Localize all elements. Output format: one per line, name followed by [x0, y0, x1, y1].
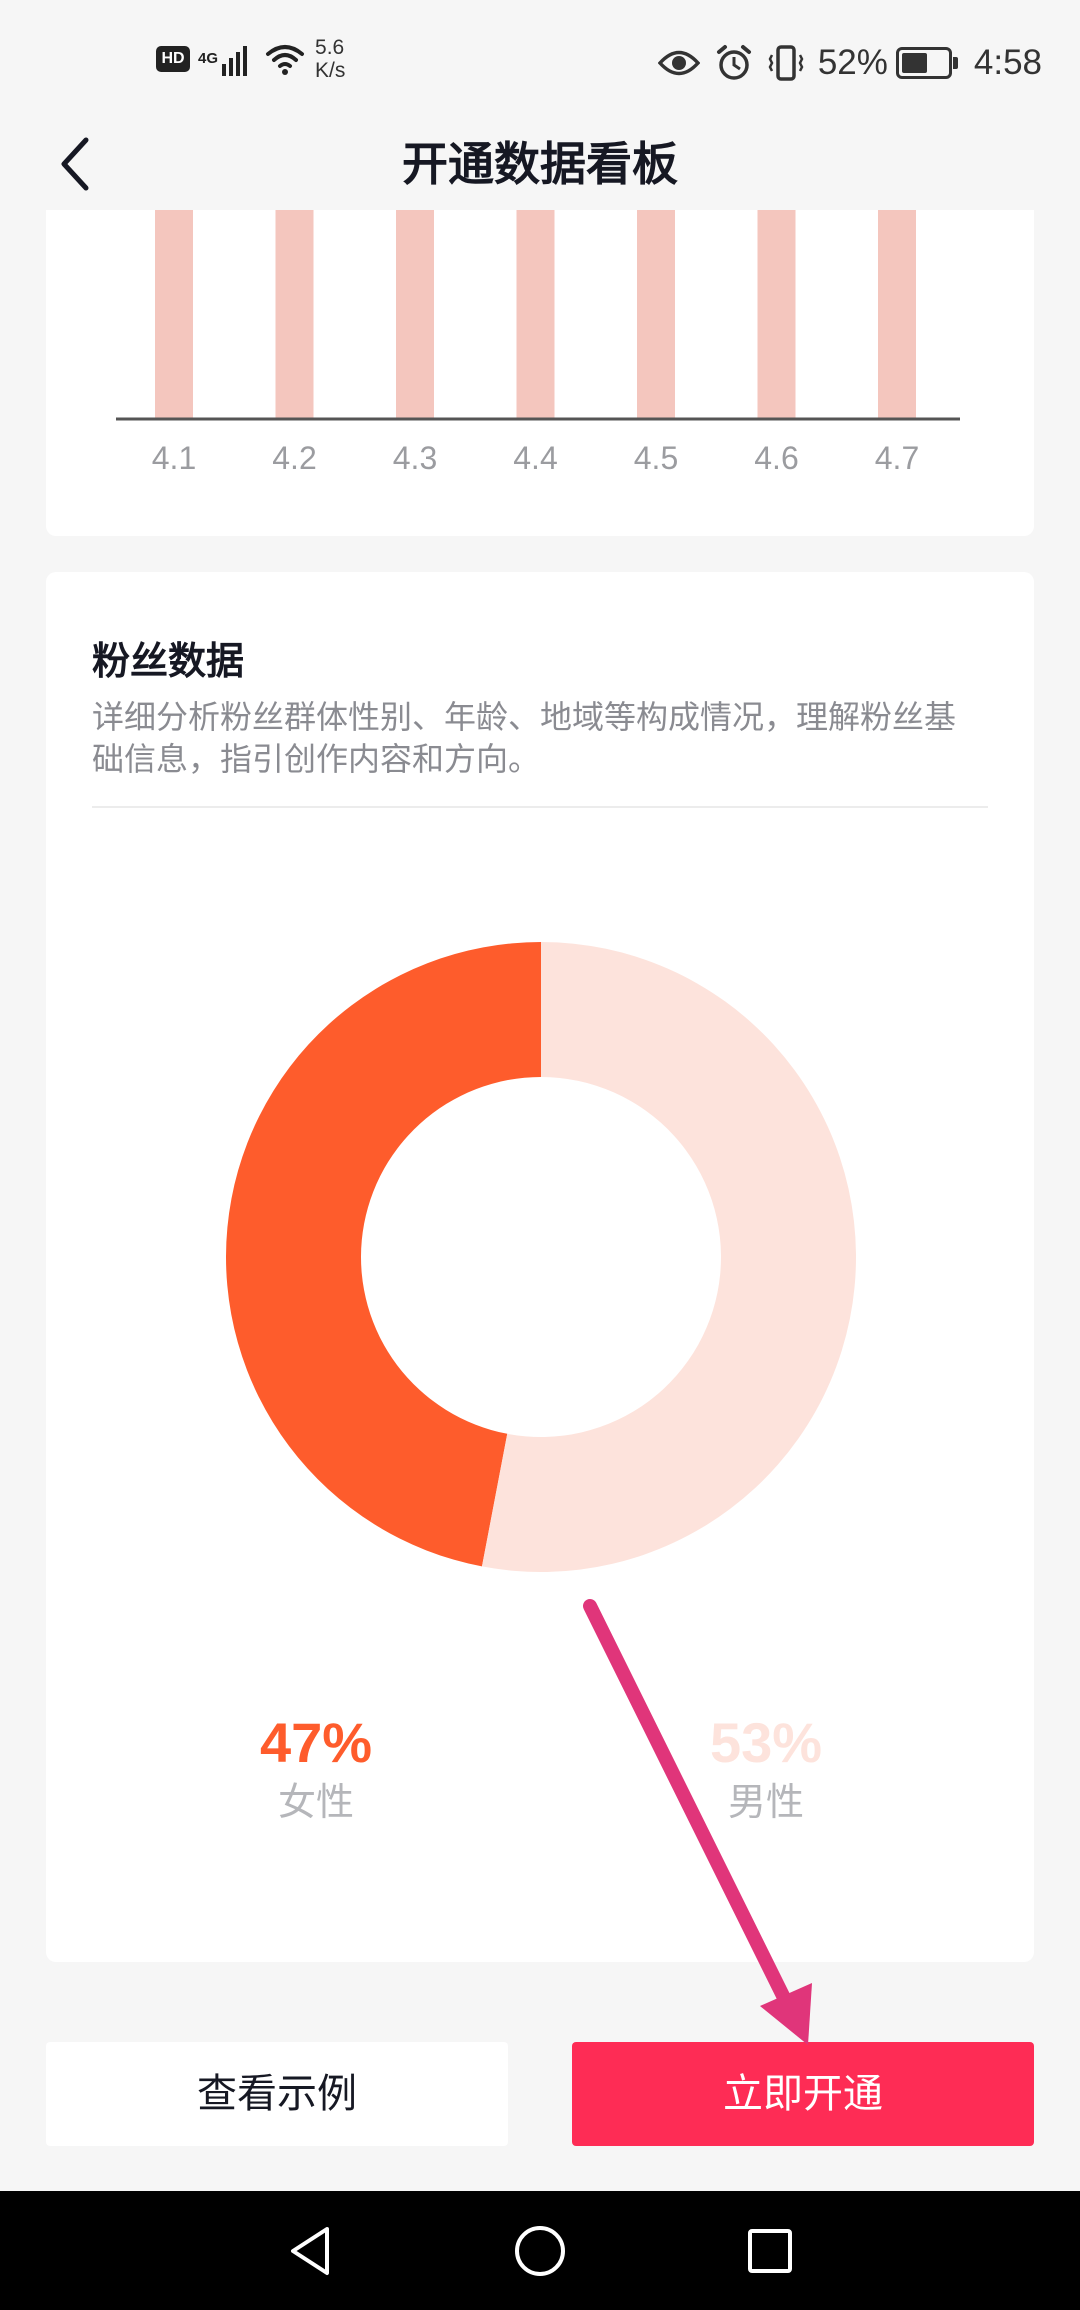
fans-data-card: 粉丝数据 详细分析粉丝群体性别、年龄、地域等构成情况，理解粉丝基础信息，指引创作…: [46, 572, 1034, 1962]
home-circle-icon: [514, 2225, 565, 2276]
bar-4.7: [878, 210, 916, 419]
x-tick-label: 4.2: [272, 440, 316, 476]
bar-4.5: [637, 210, 675, 419]
page-title: 开通数据看板: [402, 137, 678, 191]
wifi-icon: [266, 45, 305, 75]
bar-4.1: [155, 210, 193, 419]
activate-now-button[interactable]: 立即开通: [572, 2042, 1034, 2146]
donut-slice-female: [226, 942, 541, 1567]
legend-male-label: 男性: [727, 1780, 804, 1824]
battery-icon: [895, 47, 958, 79]
gender-donut-chart: [226, 942, 856, 1572]
vibrate-icon: [768, 45, 804, 81]
system-recents-button[interactable]: [710, 2191, 829, 2310]
status-left: HD 4G 5.6 K/s: [156, 36, 345, 82]
x-tick-label: 4.4: [513, 440, 557, 476]
battery-percent: 52%: [817, 43, 888, 82]
network-type: 4G: [198, 50, 219, 67]
bar-chart-card: 4.1 4.2 4.3 4.4 4.5 4.6 4.7: [46, 210, 1034, 536]
net-speed-unit: K/s: [315, 59, 346, 82]
bar-chart: 4.1 4.2 4.3 4.4 4.5 4.6 4.7: [116, 210, 960, 476]
system-back-button[interactable]: [250, 2191, 369, 2310]
x-tick-label: 4.7: [875, 440, 919, 476]
annotation-arrow-head: [760, 1983, 812, 2045]
x-tick-label: 4.1: [152, 440, 196, 476]
bar-4.2: [275, 210, 314, 419]
hd-badge: HD: [156, 46, 190, 72]
net-speed-value: 5.6: [315, 36, 345, 59]
legend-male: 53% 男性: [646, 1712, 886, 1828]
legend-female-percent: 47%: [259, 1711, 373, 1774]
divider: [92, 806, 988, 808]
status-bar: HD 4G 5.6 K/s 52% 4:58: [0, 0, 1080, 118]
back-triangle-icon: [290, 2226, 329, 2275]
x-tick-label: 4.3: [393, 440, 437, 476]
legend-male-percent: 53%: [709, 1711, 823, 1774]
recents-square-icon: [747, 2228, 792, 2273]
net-speed: 5.6 K/s: [315, 36, 345, 82]
clock: 4:58: [973, 43, 1042, 82]
nav-bar: 开通数据看板: [0, 118, 1080, 210]
section-title: 粉丝数据: [92, 639, 245, 683]
app-screen: HD 4G 5.6 K/s 52% 4:58 开通数据看板 4.1 4.2 4.…: [0, 0, 1080, 2310]
legend-female: 47% 女性: [196, 1712, 436, 1828]
section-description: 详细分析粉丝群体性别、年龄、地域等构成情况，理解粉丝基础信息，指引创作内容和方向…: [92, 698, 957, 778]
bar-4.3: [396, 210, 434, 419]
status-right: 52% 4:58: [657, 38, 1042, 88]
x-tick-label: 4.6: [754, 440, 798, 476]
bar-4.6: [757, 210, 796, 419]
view-example-button[interactable]: 查看示例: [46, 2042, 508, 2146]
x-tick-label: 4.5: [634, 440, 678, 476]
eye-icon: [657, 50, 700, 76]
bar-4.4: [516, 210, 555, 419]
signal-icon: [222, 42, 248, 76]
system-navigation-bar: [0, 2191, 1080, 2310]
system-home-button[interactable]: [480, 2191, 599, 2310]
legend-female-label: 女性: [277, 1780, 354, 1824]
alarm-icon: [716, 45, 751, 80]
